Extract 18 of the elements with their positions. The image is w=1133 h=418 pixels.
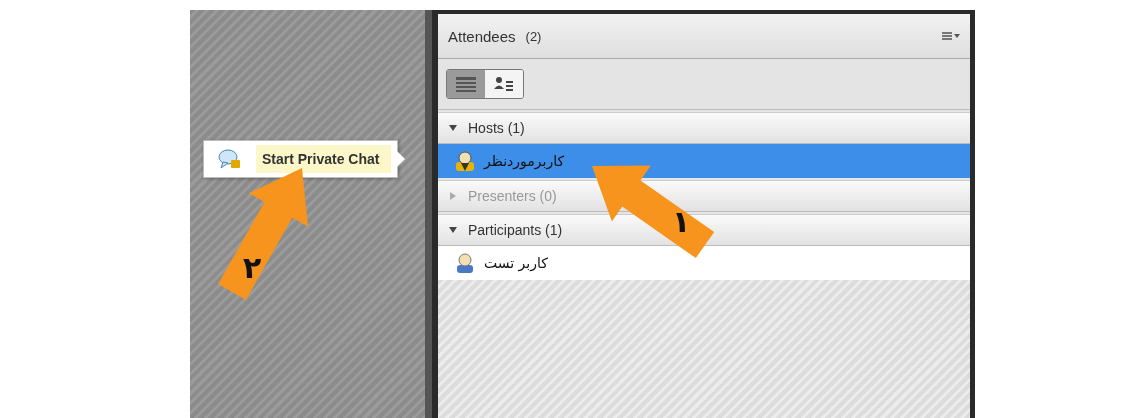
panel-title: Attendees: [448, 27, 516, 45]
attendee-row[interactable]: کاربرموردنظر: [438, 144, 970, 178]
host-user-icon: [454, 150, 476, 172]
detail-view-button[interactable]: [485, 70, 523, 98]
attendee-count: (2): [525, 28, 542, 44]
list-icon: [455, 76, 477, 92]
start-private-chat-item[interactable]: Start Private Chat: [256, 145, 392, 173]
group-label[interactable]: Hosts (1): [468, 120, 525, 136]
menu-icon[interactable]: [942, 31, 960, 41]
user-icon: [454, 252, 476, 274]
person-list-icon: [493, 76, 515, 92]
step-number: ۱: [672, 204, 691, 239]
group-label[interactable]: Participants (1): [468, 222, 563, 238]
expanded-triangle-icon[interactable]: [448, 225, 458, 235]
step-number: ۲: [243, 250, 262, 285]
attendee-row[interactable]: کاربر تست: [438, 246, 970, 280]
expanded-triangle-icon[interactable]: [448, 123, 458, 133]
private-chat-icon: [218, 148, 242, 170]
